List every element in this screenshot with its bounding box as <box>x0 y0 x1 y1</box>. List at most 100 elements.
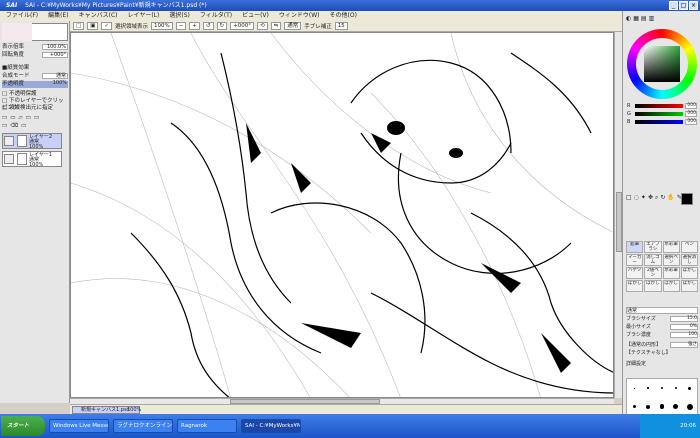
detail-settings-toggle[interactable]: 詳細設定 <box>626 361 646 367</box>
blue-slider[interactable]: B 000 <box>627 119 697 125</box>
pencil-tool[interactable]: 鉛筆 <box>626 241 644 253</box>
maximize-button[interactable]: □ <box>679 1 688 10</box>
hand-icon[interactable]: ✋ <box>667 194 674 202</box>
marker-tool[interactable]: マーカー <box>626 254 644 266</box>
taskbar-item[interactable]: ラグナロクオンライン - Wind... <box>113 419 173 433</box>
blue-value[interactable]: 000 <box>685 119 697 125</box>
zoom-out-icon[interactable]: − <box>175 22 187 30</box>
flip-icon[interactable]: ⇋ <box>270 22 282 30</box>
red-value[interactable]: 000 <box>685 103 697 109</box>
rotation-field[interactable]: +000° <box>230 22 255 30</box>
brush-preset[interactable] <box>628 380 641 396</box>
brush-preset[interactable] <box>642 380 655 396</box>
taskbar-item[interactable]: SAI - C:¥MyWorks¥My... <box>241 419 301 433</box>
watercolor-tool[interactable]: 水彩筆 <box>662 241 680 253</box>
watercolor2-tool[interactable]: 水彩筆 <box>662 267 680 279</box>
visibility-icon[interactable] <box>4 154 14 164</box>
menu-other[interactable]: その他(O) <box>330 11 357 21</box>
drawing-canvas[interactable] <box>70 32 614 398</box>
menu-view[interactable]: ビュー(V) <box>242 11 269 21</box>
layer-row[interactable]: レイヤー2 通常 100% <box>2 133 62 150</box>
primary-color-swatch[interactable] <box>681 193 693 205</box>
binary-pen-tool[interactable]: 2値ペン <box>644 267 662 279</box>
menu-file[interactable]: ファイル(F) <box>6 11 38 21</box>
color-wheel-mode-icon[interactable]: ◐ <box>626 15 631 22</box>
select-source-checkbox[interactable]: □ <box>2 105 9 111</box>
rgb-mode-icon[interactable]: ▦ <box>633 15 639 22</box>
select-all-icon[interactable]: ▣ <box>87 22 99 30</box>
move-icon[interactable]: ✥ <box>648 194 653 202</box>
reset-rotation-icon[interactable]: ⟲ <box>257 22 268 30</box>
minimize-button[interactable]: _ <box>669 1 678 10</box>
menu-window[interactable]: ウィンドウ(W) <box>279 11 320 21</box>
green-value[interactable]: 000 <box>685 111 697 117</box>
rotate-icon[interactable]: ↻ <box>660 194 665 202</box>
mask-icon[interactable]: ▭ <box>21 123 29 129</box>
pen-tool[interactable]: ペン <box>680 241 698 253</box>
stabilizer-select[interactable]: 15 <box>334 22 348 30</box>
green-slider[interactable]: G 000 <box>627 111 697 117</box>
blur3-tool[interactable]: ぼかし <box>644 280 662 292</box>
brush-preset[interactable] <box>656 380 669 396</box>
zoom-value[interactable]: 100.0% <box>42 44 68 50</box>
airbrush-tool[interactable]: エアブラシ <box>644 241 662 253</box>
palette-mode-icon[interactable]: ▥ <box>649 15 655 22</box>
opacity-value[interactable]: 100% <box>42 81 68 87</box>
close-button[interactable]: × <box>689 1 698 10</box>
document-tab[interactable]: 新規キャンバス1.psd 100% <box>72 406 141 414</box>
merge-down-icon[interactable]: ▭ <box>34 115 42 121</box>
brush-preset[interactable] <box>669 380 682 396</box>
delete-layer-icon[interactable]: ⌫ <box>10 123 21 129</box>
new-layer-icon[interactable]: ▭ <box>2 115 10 121</box>
transfer-down-icon[interactable]: ▭ <box>26 115 34 121</box>
select-eraser-tool[interactable]: 選択消し <box>680 254 698 266</box>
blur-tool[interactable]: ぼかし <box>680 267 698 279</box>
clip-checkbox[interactable]: □ <box>2 98 9 104</box>
taskbar-item[interactable]: Ragnarok <box>177 419 237 433</box>
red-slider[interactable]: R 000 <box>627 103 697 109</box>
density-value[interactable]: 100 <box>670 332 698 338</box>
start-button[interactable]: スタート <box>1 416 45 436</box>
brush-preset[interactable] <box>683 380 696 396</box>
min-size-value[interactable]: 0% <box>670 324 698 330</box>
brush-size-value[interactable]: 15.0 <box>670 316 698 322</box>
magic-wand-icon[interactable]: ✦ <box>641 194 646 202</box>
hsv-mode-icon[interactable]: ▤ <box>641 15 647 22</box>
eraser-tool[interactable]: 消しゴム <box>644 254 662 266</box>
protect-checkbox[interactable]: □ <box>2 91 9 97</box>
rotate-right-icon[interactable]: ↻ <box>216 22 228 30</box>
rotate-value[interactable]: +000° <box>42 52 68 58</box>
bucket-tool[interactable]: バケツ <box>626 267 644 279</box>
zoom-field[interactable]: 100% <box>151 22 173 30</box>
rect-select-icon[interactable]: □ <box>626 194 632 202</box>
taskbar-item[interactable]: Windows Live Messenger <box>49 419 109 433</box>
new-folder-icon[interactable]: ▱ <box>18 115 25 121</box>
clear-layer-icon[interactable]: ▭ <box>2 123 10 129</box>
zoom-in-icon[interactable]: + <box>189 22 200 30</box>
show-selection-checkbox[interactable]: ✓ <box>101 22 113 30</box>
edge-value[interactable]: 強さ <box>670 342 698 348</box>
menu-canvas[interactable]: キャンバス(C) <box>79 11 118 21</box>
edge-select[interactable]: 【通常の円形】 <box>626 342 661 348</box>
blur5-tool[interactable]: ぼかし <box>680 280 698 292</box>
zoom-icon[interactable]: ⌕ <box>655 194 658 202</box>
color-wheel[interactable] <box>627 29 697 99</box>
deselect-icon[interactable]: □ <box>73 22 85 30</box>
texture-select[interactable]: 【テクスチャなし】 <box>626 350 671 356</box>
texture-toggle[interactable]: ■紙質効果 <box>2 65 68 72</box>
lasso-icon[interactable]: ◌ <box>634 194 639 202</box>
visibility-icon[interactable] <box>4 136 14 146</box>
rotate-left-icon[interactable]: ↺ <box>202 22 214 30</box>
vertical-scrollbar[interactable] <box>614 32 622 398</box>
layer-row[interactable]: レイヤー1 通常 100% <box>2 151 62 168</box>
brush-mode-select[interactable]: 通常 <box>627 308 637 314</box>
select-pen-tool[interactable]: 選択ペン <box>662 254 680 266</box>
color-square[interactable] <box>644 46 680 82</box>
layer-blend-select[interactable]: 通常 <box>42 73 68 79</box>
menu-layer[interactable]: レイヤー(L) <box>128 11 160 21</box>
blur2-tool[interactable]: ぼかし <box>626 280 644 292</box>
blend-mode-select[interactable]: 通常 <box>284 22 302 30</box>
menu-edit[interactable]: 編集(E) <box>48 11 68 21</box>
menu-select[interactable]: 選択(S) <box>169 11 190 21</box>
menu-filter[interactable]: フィルタ(T) <box>200 11 232 21</box>
